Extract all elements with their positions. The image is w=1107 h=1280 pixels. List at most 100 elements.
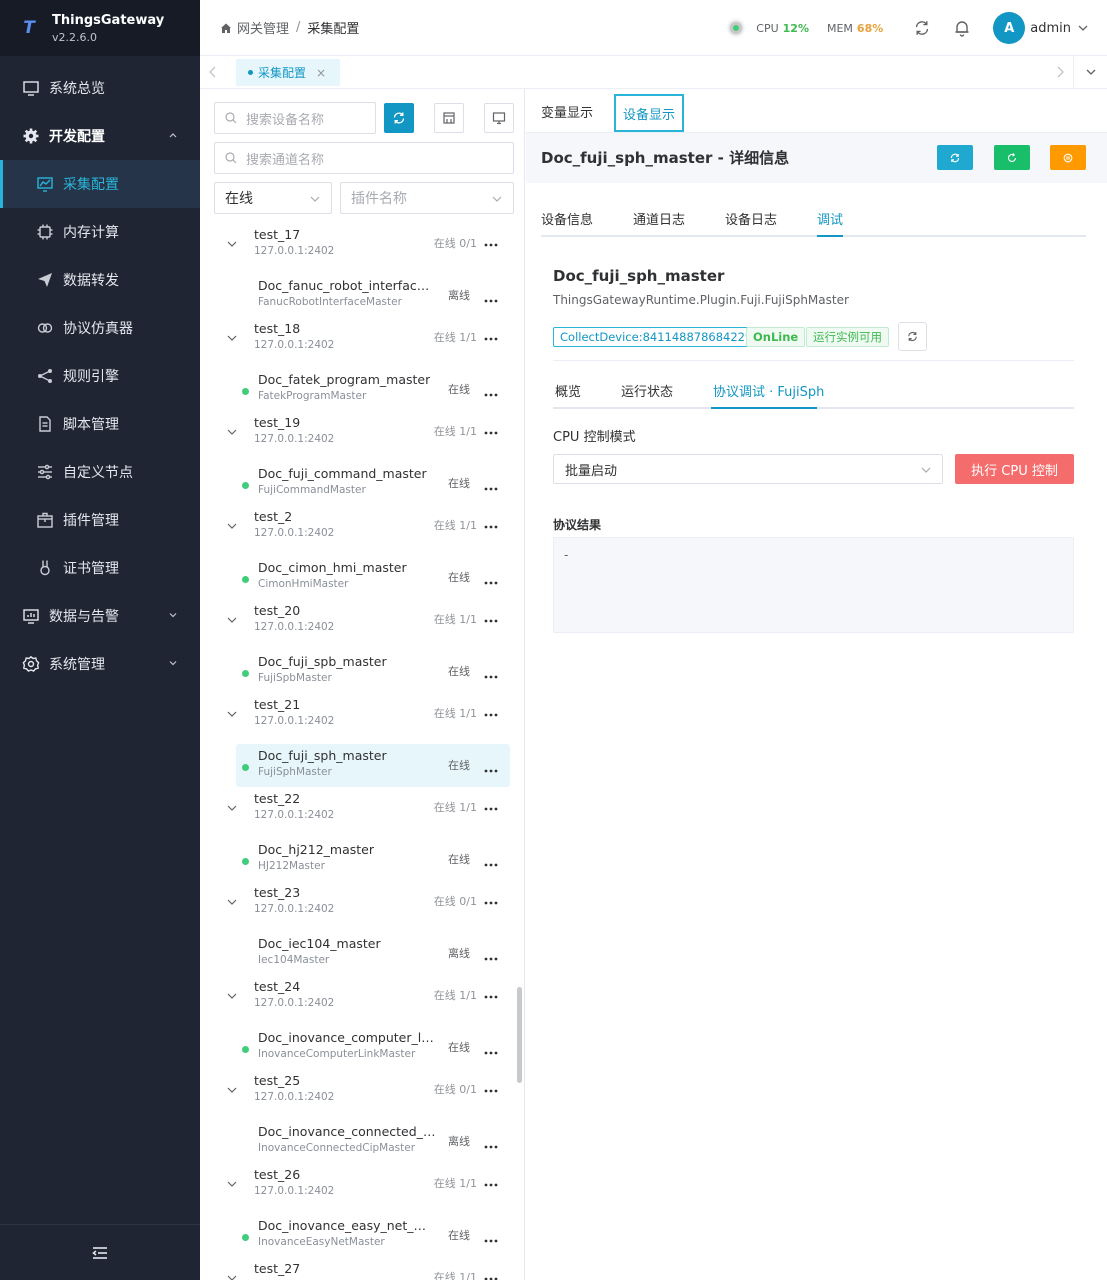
tree-channel-node[interactable]: test_20 127.0.0.1:2402 在线 1/1: [218, 603, 514, 650]
sidebar-item-settings[interactable]: 系统管理: [0, 640, 200, 688]
user-name[interactable]: admin: [1030, 21, 1071, 36]
breadcrumb-parent[interactable]: 网关管理: [237, 18, 289, 37]
refresh-tree-button[interactable]: [384, 103, 414, 133]
refresh-device-button[interactable]: [937, 145, 973, 170]
tree-channel-node[interactable]: test_19 127.0.0.1:2402 在线 1/1: [218, 415, 514, 462]
sidebar-item-gear[interactable]: 开发配置: [0, 112, 200, 160]
avatar[interactable]: A: [993, 12, 1026, 44]
tab-device-view[interactable]: 设备显示: [614, 94, 684, 132]
tree-device-node[interactable]: Doc_inovance_connected_cip... InovanceCon…: [218, 1120, 514, 1167]
more-icon[interactable]: [484, 988, 498, 999]
tree-device-node[interactable]: Doc_fanuc_robot_interface_m... FanucRobot…: [218, 274, 514, 321]
chevron-down-icon[interactable]: [1077, 22, 1089, 34]
sidebar-item-link[interactable]: 协议仿真器: [0, 304, 200, 352]
more-icon[interactable]: [484, 706, 498, 717]
device-search-input[interactable]: 搜索设备名称: [214, 102, 376, 134]
chevron-right-icon[interactable]: [1055, 66, 1065, 78]
more-icon[interactable]: [484, 1138, 498, 1149]
more-icon[interactable]: [484, 386, 498, 397]
tree-channel-node[interactable]: test_21 127.0.0.1:2402 在线 1/1: [218, 697, 514, 744]
tab-variable-view[interactable]: 变量显示: [541, 89, 593, 133]
chevron-down-icon[interactable]: [1085, 66, 1097, 78]
more-icon[interactable]: [484, 612, 498, 623]
more-icon[interactable]: [484, 518, 498, 529]
chevron-down-icon[interactable]: [226, 520, 238, 532]
more-icon[interactable]: [484, 236, 498, 247]
tab-debug[interactable]: 调试: [817, 209, 843, 228]
chevron-down-icon[interactable]: [226, 708, 238, 720]
chevron-down-icon[interactable]: [226, 1084, 238, 1096]
chevron-left-icon[interactable]: [208, 66, 218, 78]
tree-device-node[interactable]: Doc_inovance_computer_link... InovanceCom…: [218, 1026, 514, 1073]
sidebar-item-dashboard[interactable]: 数据与告警: [0, 592, 200, 640]
tab-protocol-debug[interactable]: 协议调试 · FujiSph: [713, 381, 824, 400]
more-icon[interactable]: [484, 1176, 498, 1187]
sidebar-item-sliders[interactable]: 自定义节点: [0, 448, 200, 496]
tree-device-node[interactable]: Doc_fuji_spb_master FujiSpbMaster 在线: [218, 650, 514, 697]
tab-overview[interactable]: 概览: [555, 381, 581, 400]
chevron-down-icon[interactable]: [226, 802, 238, 814]
tab-device-log[interactable]: 设备日志: [725, 209, 777, 228]
channel-view-button[interactable]: [484, 103, 514, 133]
more-icon[interactable]: [484, 856, 498, 867]
plugin-view-button[interactable]: [434, 103, 464, 133]
sidebar-item-share[interactable]: 规则引擎: [0, 352, 200, 400]
tree-channel-node[interactable]: test_22 127.0.0.1:2402 在线 1/1: [218, 791, 514, 838]
tree-scrollbar[interactable]: [517, 987, 522, 1083]
refresh-icon[interactable]: [913, 19, 931, 37]
tree-channel-node[interactable]: test_27 在线 1/1: [218, 1261, 514, 1280]
plugin-filter-select[interactable]: 插件名称: [340, 182, 514, 214]
more-icon[interactable]: [484, 1232, 498, 1243]
restart-device-button[interactable]: [994, 145, 1030, 170]
tree-channel-node[interactable]: test_25 127.0.0.1:2402 在线 0/1: [218, 1073, 514, 1120]
chevron-down-icon[interactable]: [226, 1178, 238, 1190]
more-icon[interactable]: [484, 1082, 498, 1093]
more-icon[interactable]: [484, 762, 498, 773]
more-icon[interactable]: [484, 800, 498, 811]
status-filter-select[interactable]: 在线: [214, 182, 332, 214]
tab-run-status[interactable]: 运行状态: [621, 381, 673, 400]
chevron-down-icon[interactable]: [226, 332, 238, 344]
sidebar-item-chip[interactable]: 内存计算: [0, 208, 200, 256]
tab-device-info[interactable]: 设备信息: [541, 209, 593, 228]
chevron-down-icon[interactable]: [226, 990, 238, 1002]
page-tab-collect-config[interactable]: 采集配置 ×: [236, 59, 340, 86]
sidebar-item-package[interactable]: 插件管理: [0, 496, 200, 544]
more-icon[interactable]: [484, 574, 498, 585]
more-icon[interactable]: [484, 894, 498, 905]
more-icon[interactable]: [484, 1044, 498, 1055]
chevron-down-icon[interactable]: [226, 1272, 238, 1280]
tree-channel-node[interactable]: test_2 127.0.0.1:2402 在线 1/1: [218, 509, 514, 556]
more-icon[interactable]: [484, 1270, 498, 1280]
tree-device-node[interactable]: Doc_fuji_sph_master FujiSphMaster 在线: [218, 744, 514, 791]
more-icon[interactable]: [484, 480, 498, 491]
more-icon[interactable]: [484, 330, 498, 341]
refresh-status-button[interactable]: [898, 322, 927, 351]
sidebar-item-chart[interactable]: 采集配置: [0, 160, 200, 208]
tree-device-node[interactable]: Doc_iec104_master Iec104Master 离线: [218, 932, 514, 979]
pause-device-button[interactable]: [1050, 145, 1086, 170]
collapse-sidebar-button[interactable]: [0, 1224, 200, 1280]
bell-icon[interactable]: [953, 19, 971, 37]
more-icon[interactable]: [484, 424, 498, 435]
channel-search-input[interactable]: 搜索通道名称: [214, 142, 514, 174]
tree-device-node[interactable]: Doc_fuji_command_master FujiCommandMaster…: [218, 462, 514, 509]
tree-channel-node[interactable]: test_24 127.0.0.1:2402 在线 1/1: [218, 979, 514, 1026]
tree-channel-node[interactable]: test_23 127.0.0.1:2402 在线 0/1: [218, 885, 514, 932]
tree-channel-node[interactable]: test_18 127.0.0.1:2402 在线 1/1: [218, 321, 514, 368]
chevron-down-icon[interactable]: [226, 614, 238, 626]
chevron-down-icon[interactable]: [226, 896, 238, 908]
tree-device-node[interactable]: Doc_hj212_master HJ212Master 在线: [218, 838, 514, 885]
tab-channel-log[interactable]: 通道日志: [633, 209, 685, 228]
execute-cpu-control-button[interactable]: 执行 CPU 控制: [955, 454, 1074, 484]
sidebar-item-certificate[interactable]: 证书管理: [0, 544, 200, 592]
sidebar-item-file[interactable]: 脚本管理: [0, 400, 200, 448]
chevron-down-icon[interactable]: [226, 426, 238, 438]
more-icon[interactable]: [484, 950, 498, 961]
tree-channel-node[interactable]: test_17 127.0.0.1:2402 在线 0/1: [218, 227, 514, 274]
sidebar-item-send[interactable]: 数据转发: [0, 256, 200, 304]
more-icon[interactable]: [484, 668, 498, 679]
cpu-mode-select[interactable]: 批量启动: [553, 454, 943, 484]
sidebar-item-monitor[interactable]: 系统总览: [0, 64, 200, 112]
close-icon[interactable]: ×: [316, 66, 326, 80]
